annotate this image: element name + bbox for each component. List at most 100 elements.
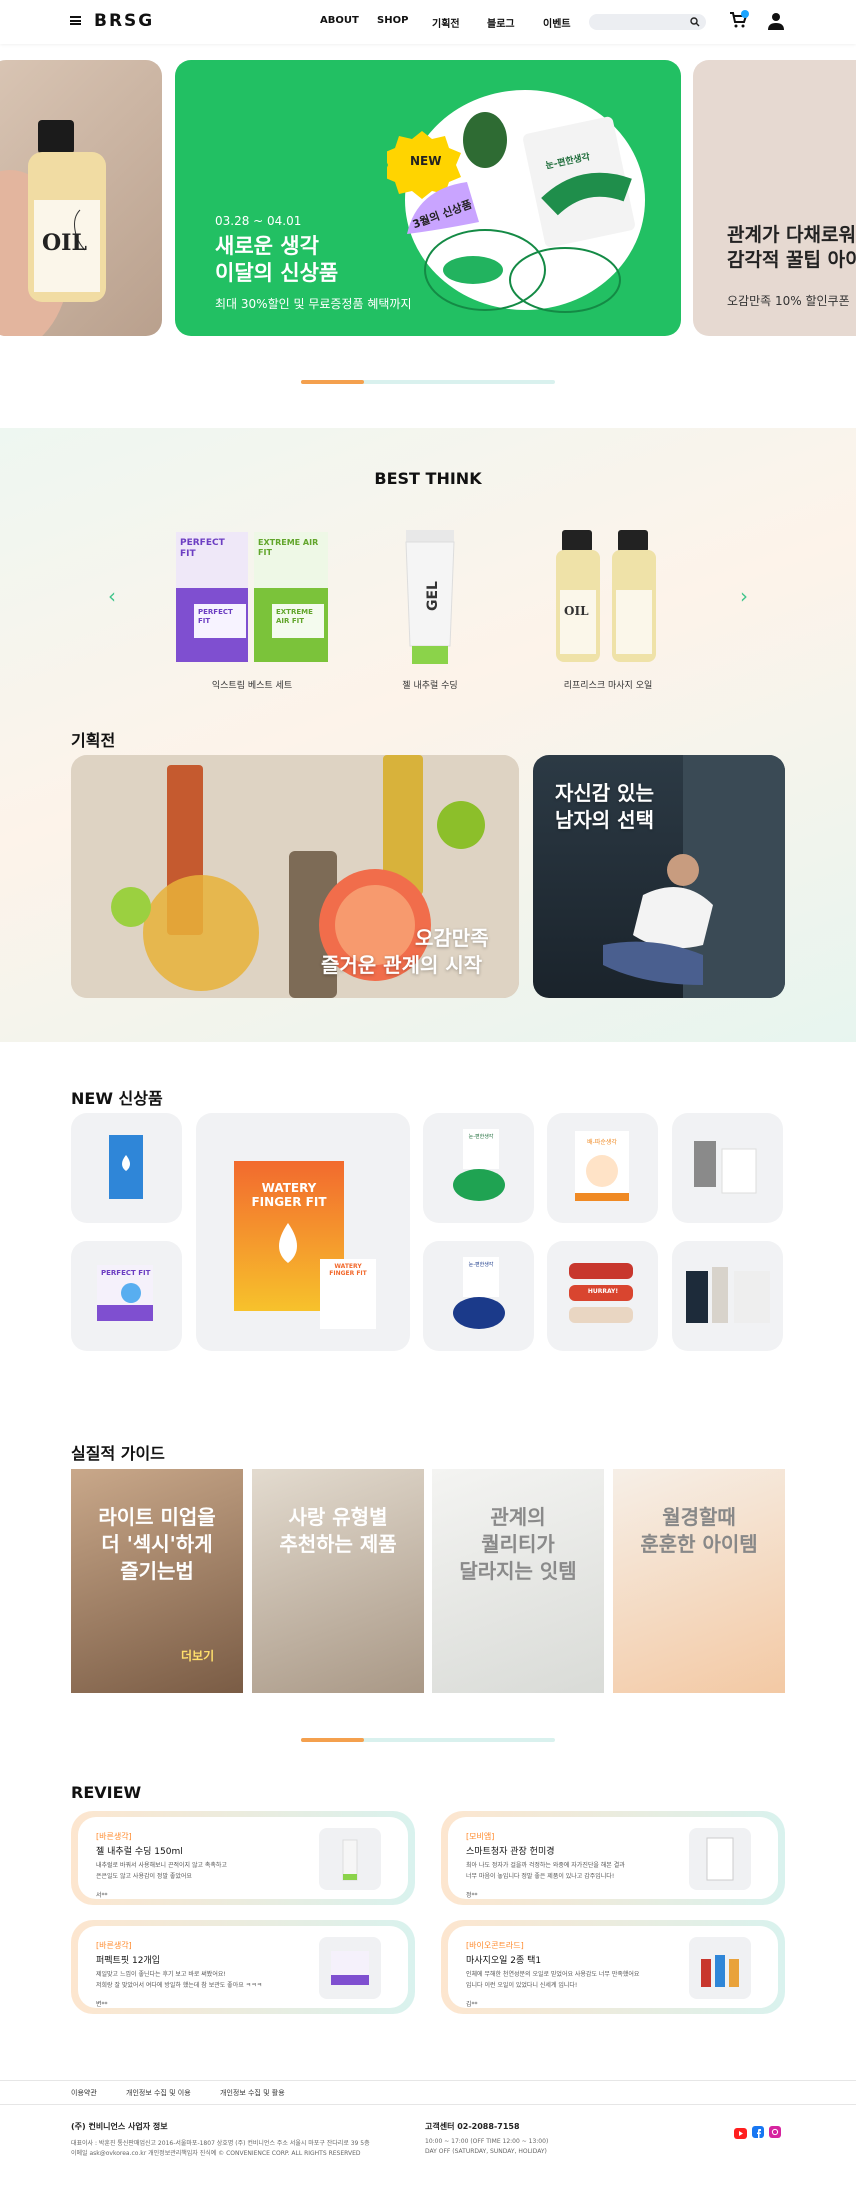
- hero-title-line2: 이달의 신상품: [215, 261, 339, 285]
- new-product-tile[interactable]: 눈-편한생각: [423, 1113, 534, 1223]
- guide-card-3-line1: 관계의: [490, 1505, 546, 1529]
- search-icon[interactable]: [690, 17, 700, 27]
- review-product-image: [319, 1828, 381, 1890]
- chevron-left-icon[interactable]: ‹: [108, 584, 116, 608]
- hero-slide-left[interactable]: OIL: [0, 60, 162, 336]
- review-product: 퍼펙트핏 12개입: [96, 1956, 160, 1966]
- exhibition-card-1-line1: 오감만족: [415, 926, 489, 950]
- exhibition-card-1-line2: 즐거운 관계의 시작: [321, 953, 483, 977]
- new-badge: NEW: [410, 154, 442, 168]
- tile-label: 배-따순생각: [587, 1139, 617, 1146]
- best-product-3-name[interactable]: 리프리스크 마사지 오일: [518, 678, 698, 691]
- guide-card-3-line3: 달라지는 잇템: [459, 1559, 577, 1583]
- bottle-label: OIL: [42, 230, 87, 256]
- review-title: REVIEW: [71, 1783, 142, 1802]
- review-body-1: 최아 나도 정자가 걸을까 걱정하는 와중에 자가진단을 해본 결과: [466, 1862, 625, 1869]
- oil-bottle-photo: [0, 120, 106, 336]
- bottle-text: OIL: [564, 604, 589, 618]
- footer-link-privacy[interactable]: 개인정보 수집 및 이용: [126, 2088, 191, 2098]
- review-product-image: [689, 1828, 751, 1890]
- green-eye-mask-icon: [453, 1129, 505, 1201]
- new-products-title: NEW 신상품: [71, 1089, 163, 1108]
- facebook-icon[interactable]: [752, 2123, 764, 2142]
- best-product-3[interactable]: OIL: [552, 528, 662, 668]
- guide-card-4[interactable]: 월경할때 훈훈한 아이템: [613, 1469, 785, 1693]
- footer-divider: [0, 2080, 856, 2081]
- new-product-tile[interactable]: PERFECT FIT: [71, 1241, 182, 1351]
- nav-event[interactable]: 이벤트: [543, 15, 571, 30]
- new-product-tile[interactable]: HURRAY!: [547, 1241, 658, 1351]
- best-product-1-name[interactable]: 익스트림 베스트 세트: [162, 678, 342, 691]
- exhibition-title: 기획전: [71, 731, 116, 750]
- tile-label: HURRAY!: [587, 1288, 619, 1295]
- review-body-2: 저희랑 잘 맞았어서 여다에 방일하 했는데 참 보관도 좋아요 ㅋㅋㅋ: [96, 1982, 263, 1989]
- youtube-icon[interactable]: [734, 2124, 747, 2143]
- instagram-icon[interactable]: [769, 2123, 781, 2142]
- guide-card-1[interactable]: 라이트 미업을 더 '섹시'하게 즐기는법 더보기: [71, 1469, 243, 1693]
- hero-right-title-line1: 관계가 다채로워: [727, 224, 856, 246]
- best-product-2-name[interactable]: 젤 내추럴 수딩: [340, 678, 520, 691]
- hero-right-subtitle: 오감만족 10% 할인쿠폰: [727, 294, 850, 308]
- guide-more-link[interactable]: 더보기: [181, 1647, 214, 1664]
- search-input[interactable]: [589, 14, 706, 30]
- tile-label: 눈-편한생각: [468, 1134, 494, 1140]
- new-product-tile[interactable]: [672, 1113, 783, 1223]
- hero-pager-active[interactable]: [301, 380, 364, 384]
- oil-bottles-image: [556, 530, 656, 662]
- hero-date: 03.28 ~ 04.01: [215, 214, 302, 228]
- guide-card-2-line1: 사랑 유형별: [288, 1505, 388, 1529]
- cs-title: 고객센터 02-2088-7158: [425, 2122, 520, 2131]
- guide-card-4-line1: 월경할때: [662, 1505, 736, 1529]
- box-text: PERFECT FIT: [180, 538, 225, 559]
- user-icon[interactable]: [768, 12, 784, 34]
- review-body-1: 인체에 무해한 천연성분의 오일로 믿었어요 사용감도 너무 만족했어요: [466, 1971, 640, 1978]
- new-product-tile[interactable]: [71, 1113, 182, 1223]
- review-card[interactable]: [바른생각] 퍼펙트핏 12개입 제일맞고 느낌이 좋닌다는 후기 보고 바로 …: [71, 1920, 415, 2014]
- watery-finger-fit-image: [234, 1161, 376, 1329]
- guide-pager-active[interactable]: [301, 1738, 364, 1742]
- review-category: [바른생각]: [96, 1832, 132, 1841]
- exhibition-card-2[interactable]: 자신감 있는 남자의 선택: [533, 755, 785, 998]
- hero-title-line1: 새로운 생각: [215, 234, 319, 258]
- nav-exhibition[interactable]: 기획전: [432, 15, 460, 30]
- nav-about[interactable]: ABOUT: [320, 15, 359, 26]
- exhibition-card-1[interactable]: 오감만족 즐거운 관계의 시작: [71, 755, 519, 998]
- nav-shop[interactable]: SHOP: [377, 15, 408, 26]
- guide-card-2[interactable]: 사랑 유형별 추천하는 제품: [252, 1469, 424, 1693]
- review-body-2: 은은일도 않고 사용감이 정말 좋았어요: [96, 1873, 192, 1880]
- cart-badge: [741, 10, 749, 18]
- towel-set-icon: [686, 1267, 770, 1323]
- featured-new-product[interactable]: WATERY FINGER FIT WATERY FINGER FIT: [196, 1113, 410, 1351]
- menu-icon[interactable]: [70, 16, 81, 25]
- review-category: [바이오콘트라드]: [466, 1941, 524, 1950]
- review-category: [모비앱]: [466, 1832, 495, 1841]
- review-body-2: 입니다 이런 오일이 있었다니 신세계 입니다!: [466, 1982, 578, 1989]
- review-user: 변**: [96, 2001, 108, 2008]
- review-card[interactable]: [모비앱] 스마트청자 관장 헌미경 최아 나도 정자가 걸을까 걱정하는 와중…: [441, 1811, 785, 1905]
- review-product: 젤 내추럴 수딩 150ml: [96, 1847, 183, 1857]
- guide-card-1-line3: 즐기는법: [120, 1559, 194, 1583]
- cart-icon[interactable]: [729, 10, 749, 33]
- footer-link-terms[interactable]: 이용약관: [71, 2088, 97, 2098]
- new-product-tile[interactable]: 눈-편한생각: [423, 1241, 534, 1351]
- new-product-tile[interactable]: [672, 1241, 783, 1351]
- review-user: 김**: [466, 2001, 478, 2008]
- hero-slide-right[interactable]: 관계가 다채로워 감각적 꿀팁 아이 오감만족 10% 할인쿠폰: [693, 60, 856, 336]
- site-logo[interactable]: BRSG: [94, 11, 154, 31]
- review-card[interactable]: [바른생각] 젤 내추럴 수딩 150ml 내추럴로 바꿔서 사용해보니 끈적이…: [71, 1811, 415, 1905]
- new-product-tile[interactable]: 배-따순생각: [547, 1113, 658, 1223]
- nav-blog[interactable]: 블로그: [487, 15, 515, 30]
- guide-card-3[interactable]: 관계의 퀄리티가 달라지는 잇템: [432, 1469, 604, 1693]
- tile-label: PERFECT FIT: [101, 1269, 151, 1277]
- guide-card-1-line1: 라이트 미업을: [98, 1505, 216, 1529]
- hero-slide-main[interactable]: NEW 3월의 신상품 눈-편한생각 03.28 ~ 04.01 새로운 생각 …: [175, 60, 681, 336]
- best-product-1[interactable]: PERFECT FIT EXTREME AIR FIT PERFECT FIT …: [172, 528, 332, 668]
- badge-shapes: [387, 131, 479, 234]
- box-text: PERFECT FIT: [198, 608, 233, 625]
- best-product-2[interactable]: GEL: [400, 528, 460, 668]
- tile-label: 눈-편한생각: [468, 1262, 494, 1268]
- footer-link-privacy-use[interactable]: 개인정보 수집 및 활용: [220, 2088, 285, 2098]
- red-lip-balms-icon: [569, 1263, 633, 1323]
- chevron-right-icon[interactable]: ›: [740, 584, 748, 608]
- review-card[interactable]: [바이오콘트라드] 마사지오일 2종 택1 인체에 무해한 천연성분의 오일로 …: [441, 1920, 785, 2014]
